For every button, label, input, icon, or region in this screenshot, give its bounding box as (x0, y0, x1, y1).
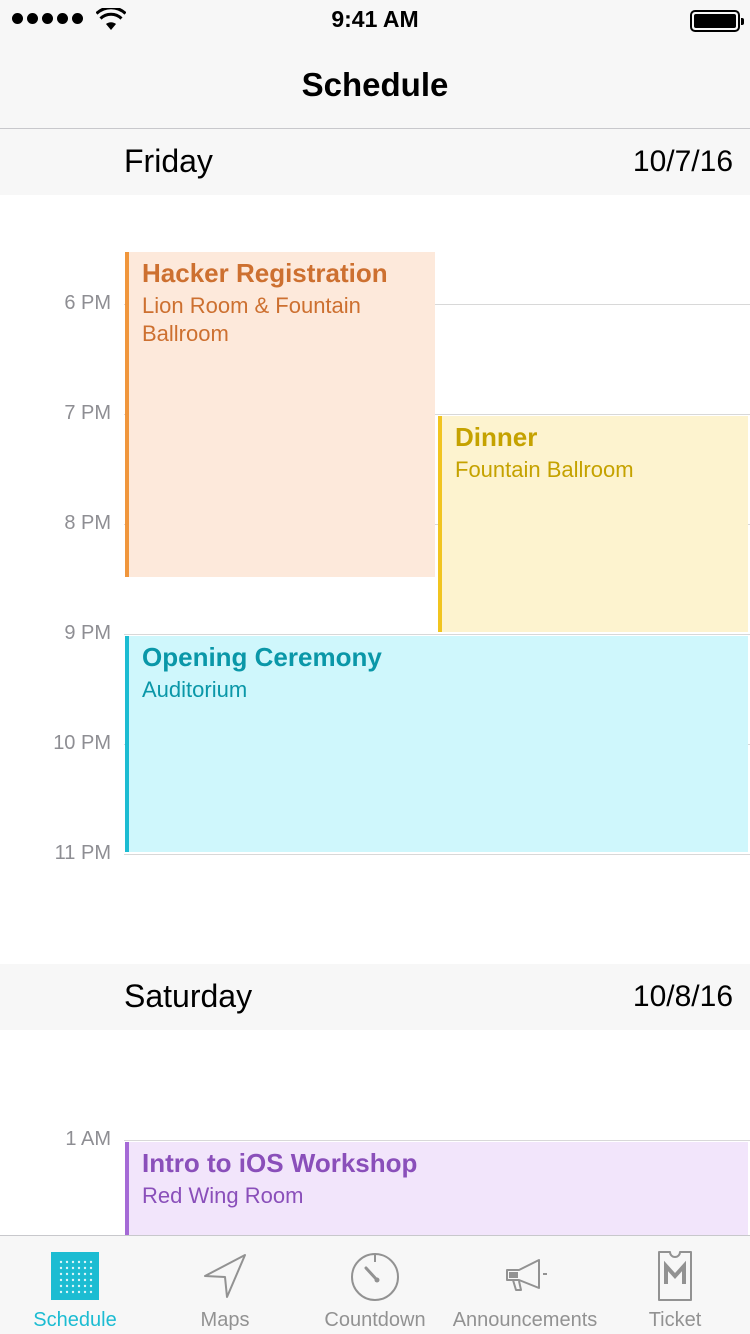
megaphone-icon (506, 1259, 547, 1291)
event-title: Opening Ceremony (142, 642, 382, 672)
hour-label: 11 PM (54, 842, 111, 864)
event-opening-ceremony[interactable]: Opening Ceremony Auditorium (125, 636, 748, 852)
tab-label: Announcements (452, 1309, 598, 1331)
event-location: Auditorium (142, 677, 248, 702)
ticket-icon (658, 1251, 692, 1301)
hour-label: 8 PM (64, 512, 111, 534)
battery-icon (690, 10, 744, 32)
event-title: Intro to iOS Workshop (142, 1148, 418, 1178)
navigation-arrow-icon (204, 1254, 246, 1298)
hour-divider (124, 1140, 750, 1141)
day-date: 10/8/16 (632, 980, 733, 1013)
event-dinner[interactable]: Dinner Fountain Ballroom (438, 416, 748, 632)
event-hacker-registration[interactable]: Hacker Registration Lion Room & Fountain… (125, 252, 435, 577)
hour-divider (124, 854, 750, 855)
tab-label: Schedule (33, 1309, 117, 1331)
tab-schedule[interactable]: Schedule (0, 1236, 150, 1334)
tab-maps[interactable]: Maps (150, 1236, 300, 1334)
day-date: 10/7/16 (632, 145, 733, 178)
day-name: Friday (124, 143, 213, 179)
status-time: 9:41 AM (331, 6, 419, 32)
hour-label: 1 AM (65, 1128, 111, 1150)
day-name: Saturday (124, 978, 253, 1014)
tab-label: Countdown (324, 1309, 426, 1331)
status-bar: 9:41 AM (0, 0, 750, 40)
event-location: Red Wing Room (142, 1183, 304, 1208)
event-location: Lion Room & Fountain Ballroom (142, 293, 361, 346)
hour-label: 10 PM (53, 732, 111, 754)
hour-label: 7 PM (64, 402, 111, 424)
schedule-grid-icon (51, 1252, 99, 1300)
tab-announcements[interactable]: Announcements (450, 1236, 600, 1334)
navigation-bar: Schedule (0, 40, 750, 129)
tab-countdown[interactable]: Countdown (300, 1236, 450, 1334)
page-title: Schedule (301, 66, 449, 103)
event-title: Hacker Registration (142, 258, 388, 288)
day-header-friday: Friday 10/7/16 (0, 129, 750, 195)
tab-label: Maps (200, 1309, 250, 1331)
timer-icon (351, 1253, 399, 1301)
hour-label: 6 PM (64, 292, 111, 314)
hour-label: 9 PM (64, 622, 111, 644)
event-location: Fountain Ballroom (455, 457, 634, 482)
event-intro-ios-workshop[interactable]: Intro to iOS Workshop Red Wing Room (125, 1142, 748, 1235)
tab-label: Ticket (648, 1309, 702, 1331)
hour-divider (124, 634, 750, 635)
day-header-saturday: Saturday 10/8/16 (0, 964, 750, 1030)
tab-bar: Schedule Maps Countdown Announcements Ti… (0, 1235, 750, 1334)
event-title: Dinner (455, 422, 538, 452)
tab-ticket[interactable]: Ticket (600, 1236, 750, 1334)
